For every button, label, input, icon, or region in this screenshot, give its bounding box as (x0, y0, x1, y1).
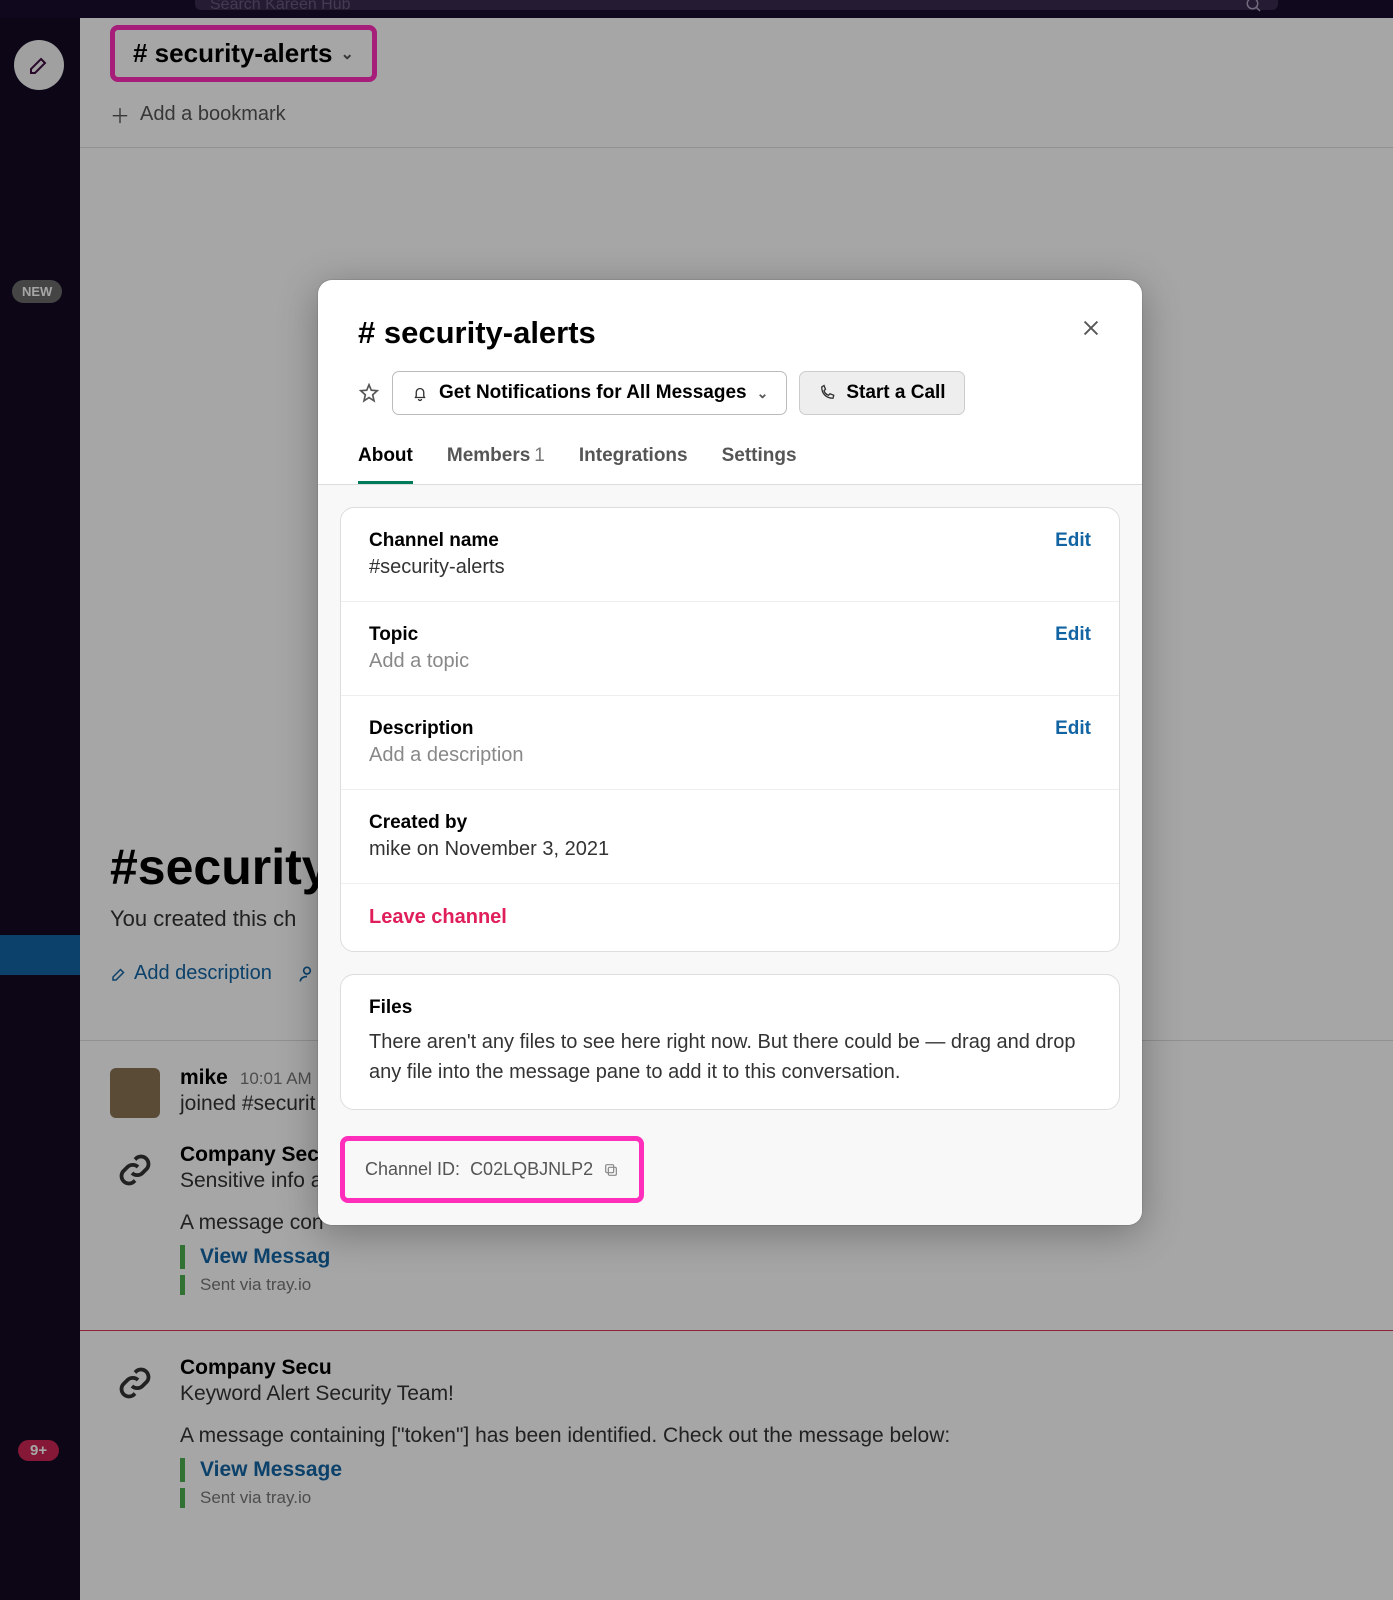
created-by-label: Created by (369, 812, 1091, 834)
copy-icon (603, 1162, 619, 1178)
channel-name-label: Channel name (369, 530, 1091, 552)
bell-icon (411, 384, 429, 402)
topic-label: Topic (369, 624, 1091, 646)
channel-info-card: Channel name #security-alerts Edit Topic… (340, 507, 1120, 952)
channel-name-value: #security-alerts (369, 556, 1091, 579)
edit-description[interactable]: Edit (1055, 718, 1091, 740)
edit-channel-name[interactable]: Edit (1055, 530, 1091, 552)
files-card: Files There aren't any files to see here… (340, 974, 1120, 1110)
files-empty-text: There aren't any files to see here right… (369, 1027, 1091, 1087)
channel-name-section[interactable]: Channel name #security-alerts Edit (341, 508, 1119, 601)
created-by-section: Created by mike on November 3, 2021 (341, 789, 1119, 883)
edit-topic[interactable]: Edit (1055, 624, 1091, 646)
star-button[interactable] (358, 382, 380, 404)
tab-members[interactable]: Members1 (447, 435, 545, 484)
leave-channel-section[interactable]: Leave channel (341, 883, 1119, 951)
description-label: Description (369, 718, 1091, 740)
tab-settings[interactable]: Settings (722, 435, 797, 484)
chevron-down-icon: ⌄ (757, 385, 769, 402)
start-call-button[interactable]: Start a Call (799, 371, 964, 415)
created-by-value: mike on November 3, 2021 (369, 838, 1091, 861)
channel-id-box: Channel ID: C02LQBJNLP2 (340, 1136, 644, 1203)
start-call-label: Start a Call (846, 382, 945, 404)
topic-placeholder: Add a topic (369, 650, 1091, 673)
files-label: Files (369, 997, 1091, 1019)
tab-about[interactable]: About (358, 435, 413, 484)
copy-channel-id-button[interactable] (603, 1162, 619, 1178)
notifications-label: Get Notifications for All Messages (439, 382, 747, 404)
description-section[interactable]: Description Add a description Edit (341, 695, 1119, 789)
topic-section[interactable]: Topic Add a topic Edit (341, 601, 1119, 695)
tab-integrations[interactable]: Integrations (579, 435, 688, 484)
close-icon (1080, 317, 1102, 339)
star-icon (358, 382, 380, 404)
modal-title: # security-alerts (358, 315, 1080, 351)
channel-id-value: C02LQBJNLP2 (470, 1159, 593, 1180)
channel-details-modal: # security-alerts Get Notifications for … (318, 280, 1142, 1225)
close-button[interactable] (1080, 317, 1102, 339)
modal-tabs: About Members1 Integrations Settings (318, 435, 1142, 485)
leave-channel-button[interactable]: Leave channel (369, 906, 507, 928)
notifications-button[interactable]: Get Notifications for All Messages ⌄ (392, 371, 787, 415)
phone-icon (818, 384, 836, 402)
channel-id-label: Channel ID: (365, 1159, 460, 1180)
description-placeholder: Add a description (369, 744, 1091, 767)
